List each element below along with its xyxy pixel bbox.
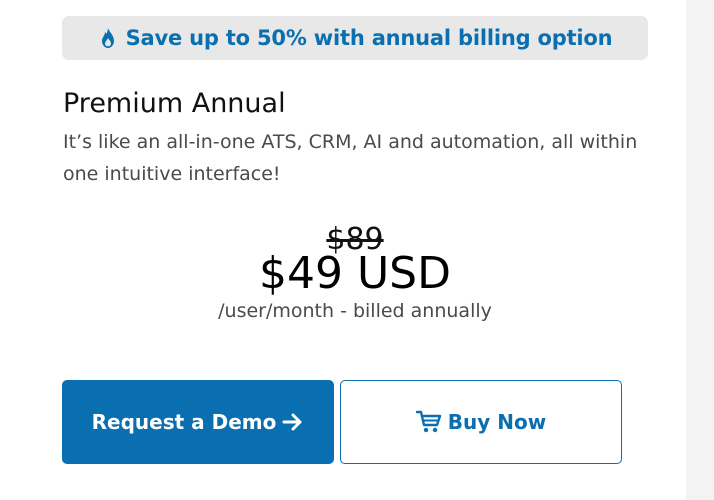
price-block: $89 $49 USD /user/month - billed annuall… bbox=[62, 222, 648, 324]
flame-icon bbox=[98, 27, 118, 49]
buy-now-label: Buy Now bbox=[447, 410, 547, 434]
savings-banner: Save up to 50% with annual billing optio… bbox=[62, 16, 648, 60]
current-price: $49 USD bbox=[259, 248, 451, 299]
banner-text: Save up to 50% with annual billing optio… bbox=[125, 26, 613, 50]
request-demo-button[interactable]: Request a Demo bbox=[62, 380, 334, 464]
plan-description: It’s like an all-in-one ATS, CRM, AI and… bbox=[63, 131, 638, 185]
billing-note: /user/month - billed annually bbox=[218, 300, 492, 322]
cart-icon bbox=[415, 410, 442, 434]
plan-title: Premium Annual bbox=[63, 88, 286, 119]
right-gutter bbox=[686, 0, 714, 500]
request-demo-label: Request a Demo bbox=[91, 410, 277, 434]
buy-now-button[interactable]: Buy Now bbox=[340, 380, 622, 464]
arrow-right-icon bbox=[282, 412, 304, 432]
